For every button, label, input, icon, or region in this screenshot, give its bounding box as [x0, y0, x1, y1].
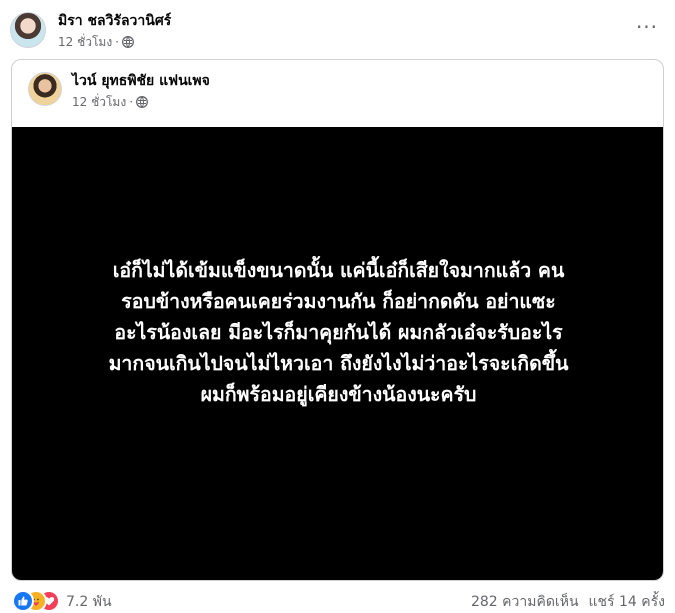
message-line: เอ๋ก็ไม่ได้เข้มแข็งขนาดนั้น แค่นี้เอ๋ก็เ…: [112, 259, 565, 282]
shared-meta-separator: ·: [129, 95, 134, 109]
post-message: เอ๋ก็ไม่ได้เข้มแข็งขนาดนั้น แค่นี้เอ๋ก็เ…: [39, 255, 639, 410]
shared-author-avatar[interactable]: [28, 72, 62, 106]
shared-post-card[interactable]: ไวน์ ยุทธพิชัย แฟนเพจ 12 ชั่วโมง · เอ๋ก็ไ…: [11, 59, 664, 581]
post-header: มิรา ชลวิรัลวานิศร์ 12 ชั่วโมง · ···: [10, 10, 665, 54]
shared-post-meta: 12 ชั่วโมง ·: [72, 94, 148, 112]
message-line: อะไรน้องเลย มีอะไรก็มาคุยกันได้ ผมกลัวเอ…: [114, 321, 563, 344]
globe-icon: [136, 96, 148, 112]
shared-post-header: ไวน์ ยุทธพิชัย แฟนเพจ 12 ชั่วโมง ·: [28, 70, 647, 114]
post-meta: 12 ชั่วโมง ·: [58, 34, 134, 52]
globe-icon: [122, 36, 134, 52]
facebook-post: มิรา ชลวิรัลวานิศร์ 12 ชั่วโมง · ··· ไวน์…: [0, 0, 675, 612]
message-line: รอบข้างหรือคนเคยร่วมงานกัน ก็อย่ากดดัน อ…: [121, 290, 556, 313]
author-name[interactable]: มิรา ชลวิรัลวานิศร์: [58, 12, 171, 30]
share-count[interactable]: แชร์ 14 ครั้ง: [589, 594, 665, 610]
meta-separator: ·: [115, 35, 120, 49]
comment-count[interactable]: 282 ความคิดเห็น: [471, 594, 579, 610]
author-avatar[interactable]: [10, 12, 46, 48]
message-line: ผมก็พร้อมอยู่เคียงข้างน้องนะครับ: [200, 383, 477, 406]
engagement-stats: 282 ความคิดเห็น แชร์ 14 ครั้ง: [461, 591, 665, 613]
shared-post-time[interactable]: 12 ชั่วโมง: [72, 95, 126, 109]
reaction-count[interactable]: 7.2 พัน: [66, 591, 112, 613]
message-line: มากจนเกินไปจนไม่ไหวเอา ถึงยังไงไม่ว่าอะไ…: [108, 352, 569, 375]
like-reaction-icon: [12, 590, 34, 612]
post-time[interactable]: 12 ชั่วโมง: [58, 35, 112, 49]
more-options-button[interactable]: ···: [633, 16, 661, 44]
post-footer: 7.2 พัน 282 ความคิดเห็น แชร์ 14 ครั้ง: [12, 589, 665, 613]
text-background-panel: เอ๋ก็ไม่ได้เข้มแข็งขนาดนั้น แค่นี้เอ๋ก็เ…: [12, 127, 663, 580]
shared-author-name[interactable]: ไวน์ ยุทธพิชัย แฟนเพจ: [72, 72, 210, 90]
